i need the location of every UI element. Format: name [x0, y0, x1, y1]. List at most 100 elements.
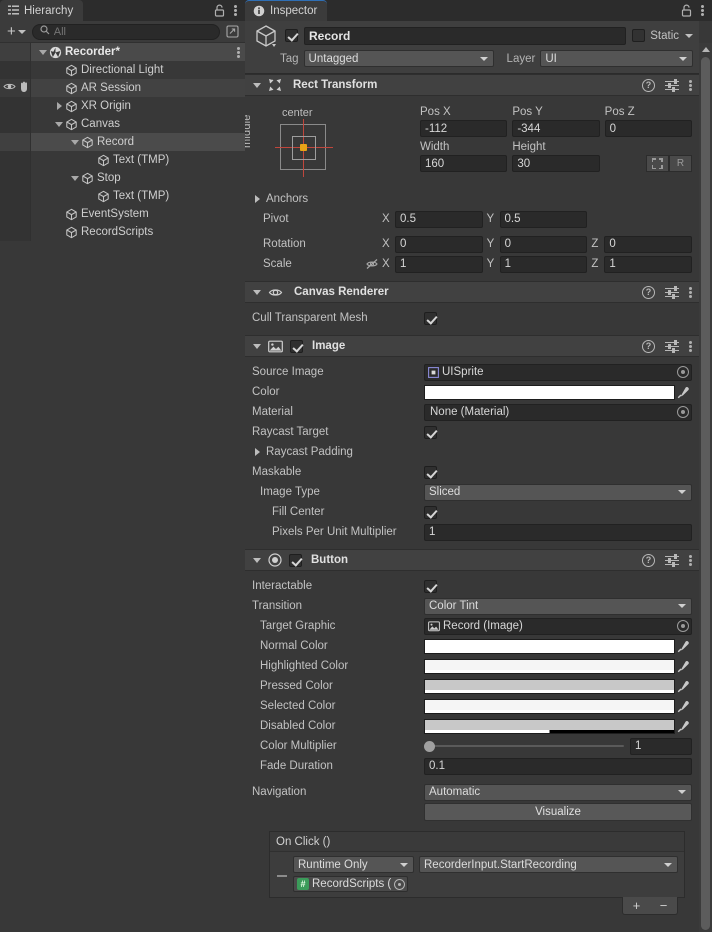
preset-settings-icon[interactable] [665, 554, 679, 567]
blueprint-mode-button[interactable] [646, 155, 669, 172]
anchors-foldout-toggle[interactable] [252, 195, 263, 203]
kebab-menu-icon[interactable] [689, 79, 692, 92]
kebab-menu-icon[interactable] [701, 4, 704, 17]
button-enabled-checkbox[interactable] [289, 554, 302, 567]
pos-x-field[interactable]: -112 [420, 120, 507, 137]
object-picker-icon[interactable] [677, 406, 689, 418]
maskable-checkbox[interactable] [424, 466, 437, 479]
eyedropper-icon[interactable] [675, 678, 692, 694]
raycast-padding-row[interactable]: Raycast Padding [252, 442, 692, 462]
drag-handle-icon[interactable] [276, 856, 288, 892]
hierarchy-item-body[interactable]: Stop [31, 169, 245, 187]
layer-dropdown[interactable]: UI [540, 50, 693, 67]
eyedropper-icon[interactable] [675, 384, 692, 400]
hierarchy-item-body[interactable]: Record [31, 133, 245, 151]
chevron-down-icon[interactable] [53, 122, 65, 127]
gameobject-name-field[interactable]: Record [304, 27, 626, 45]
chevron-down-icon[interactable] [685, 34, 693, 38]
highlighted-color-swatch[interactable] [424, 659, 675, 674]
scale-z-field[interactable]: 1 [604, 256, 692, 273]
on-click-mode-dropdown[interactable]: Runtime Only [293, 856, 414, 873]
hierarchy-tree[interactable]: Recorder*Directional LightAR SessionXR O… [0, 43, 245, 932]
hierarchy-item-recordscripts[interactable]: RecordScripts [0, 223, 245, 241]
static-checkbox[interactable] [632, 29, 645, 42]
kebab-menu-icon[interactable] [689, 554, 692, 567]
pos-z-field[interactable]: 0 [605, 120, 692, 137]
object-picker-icon[interactable] [394, 879, 405, 890]
transition-dropdown[interactable]: Color Tint [424, 598, 692, 615]
preset-settings-icon[interactable] [665, 286, 679, 299]
foldout-toggle[interactable] [251, 344, 262, 349]
on-click-object-field[interactable]: # RecordScripts ( [293, 876, 408, 892]
chevron-down-icon[interactable] [37, 50, 49, 55]
scroll-up-icon[interactable] [699, 44, 712, 55]
hierarchy-item-eventsystem[interactable]: EventSystem [0, 205, 245, 223]
hierarchy-item-body[interactable]: Directional Light [31, 61, 245, 79]
rotation-z-field[interactable]: 0 [604, 236, 692, 253]
help-icon[interactable]: ? [642, 554, 655, 567]
inspector-scrollbar[interactable] [699, 43, 712, 932]
normal-color-swatch[interactable] [424, 639, 675, 654]
chevron-down-icon[interactable] [69, 140, 81, 145]
hierarchy-item-body[interactable]: XR Origin [31, 97, 245, 115]
on-click-function-dropdown[interactable]: RecorderInput.StartRecording [419, 856, 678, 873]
preset-settings-icon[interactable] [665, 79, 679, 92]
kebab-menu-icon[interactable] [237, 46, 245, 59]
hierarchy-item-xr-origin[interactable]: XR Origin [0, 97, 245, 115]
kebab-menu-icon[interactable] [234, 4, 237, 17]
hierarchy-item-body[interactable]: RecordScripts [31, 223, 245, 241]
cull-transparent-mesh-checkbox[interactable] [424, 312, 437, 325]
visibility-gutter[interactable] [0, 223, 31, 241]
hierarchy-item-text-tmp[interactable]: Text (TMP) [0, 151, 245, 169]
width-field[interactable]: 160 [420, 155, 507, 172]
pivot-y-field[interactable]: 0.5 [500, 211, 588, 228]
visibility-gutter[interactable] [0, 169, 31, 187]
chevron-down-icon[interactable] [69, 176, 81, 181]
hierarchy-item-body[interactable]: Recorder* [31, 43, 245, 61]
eyedropper-icon[interactable] [675, 658, 692, 674]
hierarchy-item-body[interactable]: EventSystem [31, 205, 245, 223]
visibility-gutter[interactable] [0, 151, 31, 169]
search-input[interactable] [54, 26, 212, 38]
eyedropper-icon[interactable] [675, 718, 692, 734]
hierarchy-item-record[interactable]: Record [0, 133, 245, 151]
material-field[interactable]: None (Material) [424, 404, 692, 421]
tab-hierarchy[interactable]: Hierarchy [0, 0, 83, 21]
interactable-checkbox[interactable] [424, 580, 437, 593]
visibility-gutter[interactable] [0, 97, 31, 115]
rotation-x-field[interactable]: 0 [395, 236, 483, 253]
object-picker-icon[interactable] [677, 366, 689, 378]
raycast-padding-foldout-toggle[interactable] [252, 448, 263, 456]
foldout-toggle[interactable] [251, 290, 262, 295]
disabled-color-swatch[interactable] [424, 719, 675, 734]
help-icon[interactable]: ? [642, 79, 655, 92]
gameobject-enabled-checkbox[interactable] [285, 29, 298, 42]
selected-color-swatch[interactable] [424, 699, 675, 714]
scale-x-field[interactable]: 1 [395, 256, 483, 273]
color-swatch[interactable] [424, 385, 675, 400]
kebab-menu-icon[interactable] [689, 286, 692, 299]
open-in-new-icon[interactable] [224, 24, 240, 40]
fill-center-checkbox[interactable] [424, 506, 437, 519]
visibility-gutter[interactable] [0, 43, 31, 61]
tab-inspector[interactable]: Inspector [245, 0, 327, 21]
hierarchy-item-recorder[interactable]: Recorder* [0, 43, 245, 61]
pressed-color-swatch[interactable] [424, 679, 675, 694]
color-multiplier-field[interactable]: 1 [630, 738, 692, 755]
kebab-menu-icon[interactable] [689, 340, 692, 353]
component-header-button[interactable]: Button ? [245, 549, 699, 571]
image-type-dropdown[interactable]: Sliced [424, 484, 692, 501]
hierarchy-item-text-tmp[interactable]: Text (TMP) [0, 187, 245, 205]
visibility-gutter[interactable] [0, 115, 31, 133]
component-header-image[interactable]: Image ? [245, 335, 699, 357]
component-header-rect-transform[interactable]: Rect Transform ? [245, 74, 699, 96]
visibility-gutter[interactable] [0, 187, 31, 205]
eyedropper-icon[interactable] [675, 638, 692, 654]
visualize-button[interactable]: Visualize [424, 803, 692, 821]
anchor-preset-widget[interactable]: center middle [252, 104, 420, 186]
visibility-gutter[interactable] [0, 133, 31, 151]
pixels-per-unit-field[interactable]: 1 [424, 524, 692, 541]
add-listener-button[interactable]: + [633, 898, 641, 913]
constrain-proportions-icon[interactable] [362, 258, 382, 270]
tag-dropdown[interactable]: Untagged [304, 50, 494, 67]
